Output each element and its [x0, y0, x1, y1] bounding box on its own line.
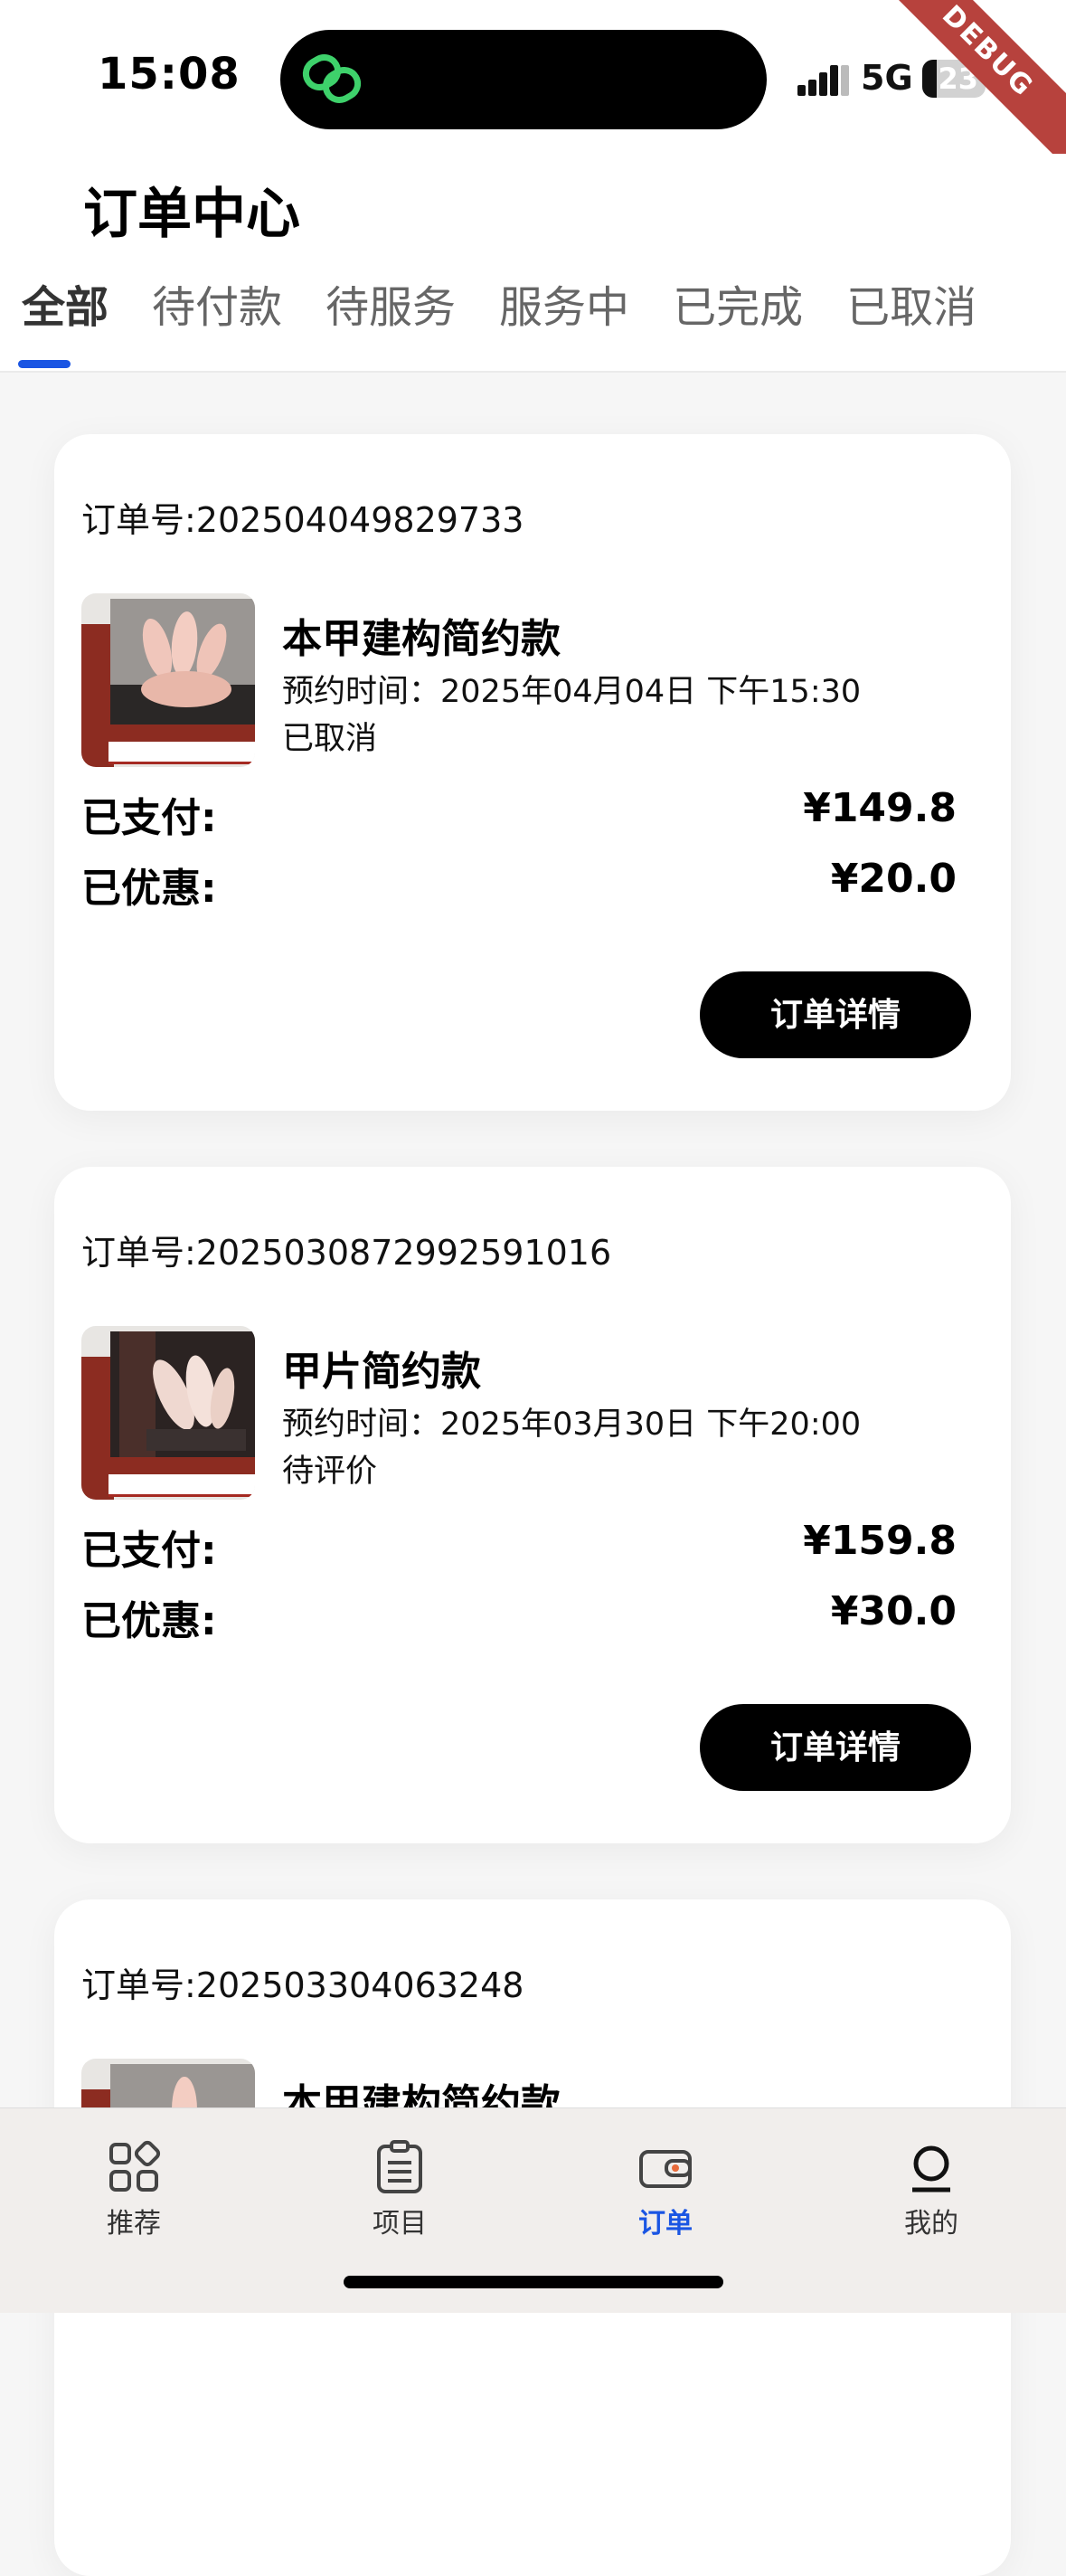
- product-thumbnail: [81, 593, 255, 767]
- nail-photo-image: [110, 1331, 255, 1458]
- cellular-signal-icon: [797, 65, 849, 96]
- nav-item-recommend[interactable]: 推荐: [43, 2139, 224, 2240]
- paid-amount: ¥159.8: [803, 1518, 957, 1564]
- nav-item-profile[interactable]: 我的: [841, 2139, 1022, 2240]
- page-header: 订单中心 全部 待付款 待服务 服务中 已完成 已取消: [0, 154, 1066, 373]
- paid-amount: ¥149.8: [803, 785, 957, 831]
- order-tabs: 全部 待付款 待服务 服务中 已完成 已取消: [22, 271, 1020, 344]
- tab-cancelled[interactable]: 已取消: [846, 271, 976, 344]
- nav-label: 推荐: [107, 2208, 161, 2240]
- appointment-value: 2025年04月04日 下午15:30: [440, 674, 862, 710]
- profile-icon: [912, 2145, 950, 2192]
- nav-item-orders[interactable]: 订单: [575, 2139, 756, 2240]
- wallet-icon: [639, 2150, 692, 2188]
- network-type: 5G: [861, 58, 913, 98]
- thumbnail-caption-strip: [108, 742, 255, 764]
- thumbnail-ribbon: [108, 724, 255, 743]
- appointment-time: 预约时间：2025年03月30日 下午20:00: [282, 1398, 861, 1444]
- dynamic-island: [280, 30, 767, 129]
- order-status: 待评价: [282, 1454, 378, 1490]
- app-logo-icon: [302, 54, 362, 103]
- status-bar: 15:08 5G 23 DEBUG: [0, 0, 1066, 176]
- product-thumbnail: [81, 1326, 255, 1500]
- appointment-time: 预约时间：2025年04月04日 下午15:30: [282, 666, 861, 712]
- nav-label: 订单: [638, 2208, 693, 2240]
- nav-label: 项目: [373, 2208, 427, 2240]
- nail-photo-image: [110, 599, 255, 725]
- tab-completed[interactable]: 已完成: [673, 271, 803, 344]
- tab-pending-service[interactable]: 待服务: [325, 271, 456, 344]
- order-detail-button[interactable]: 订单详情: [700, 971, 971, 1058]
- service-title: 甲片简约款: [282, 1349, 481, 1395]
- appointment-label: 预约时间：: [282, 674, 441, 710]
- paid-label: 已支付:: [81, 1528, 217, 1574]
- order-number: 订单号:2025030872992591016: [81, 1233, 612, 1273]
- discount-label: 已优惠:: [81, 1598, 217, 1644]
- discount-amount: ¥30.0: [830, 1588, 957, 1634]
- order-number: 订单号:202504049829733: [81, 500, 524, 540]
- clipboard-icon: [377, 2140, 422, 2193]
- page-title: 订单中心: [83, 183, 300, 246]
- thumbnail-caption-strip: [108, 1474, 255, 1497]
- paid-label: 已支付:: [81, 795, 217, 841]
- order-card[interactable]: 订单号:202504049829733 本甲建构简约款 预约时间：2025年04…: [54, 434, 1011, 1111]
- order-number: 订单号:202503304063248: [81, 1965, 524, 2005]
- thumbnail-ribbon: [108, 1457, 255, 1475]
- service-title: 本甲建构简约款: [282, 616, 561, 662]
- order-status: 已取消: [282, 721, 378, 757]
- discount-amount: ¥20.0: [830, 856, 957, 902]
- nav-label: 我的: [904, 2208, 958, 2240]
- appointment-label: 预约时间：: [282, 1406, 441, 1443]
- nav-item-projects[interactable]: 项目: [309, 2139, 490, 2240]
- active-tab-indicator: [18, 360, 71, 368]
- tab-pending-payment[interactable]: 待付款: [152, 271, 282, 344]
- discount-label: 已优惠:: [81, 866, 217, 912]
- order-card[interactable]: 订单号:2025030872992591016 甲片简约款 预约时间：2025年…: [54, 1167, 1011, 1843]
- status-time: 15:08: [98, 49, 241, 99]
- appointment-value: 2025年03月30日 下午20:00: [440, 1406, 862, 1443]
- tab-all[interactable]: 全部: [22, 271, 108, 344]
- tab-in-service[interactable]: 服务中: [499, 271, 629, 344]
- order-detail-button[interactable]: 订单详情: [700, 1704, 971, 1791]
- grid-icon: [109, 2140, 161, 2192]
- home-indicator: [344, 2276, 723, 2288]
